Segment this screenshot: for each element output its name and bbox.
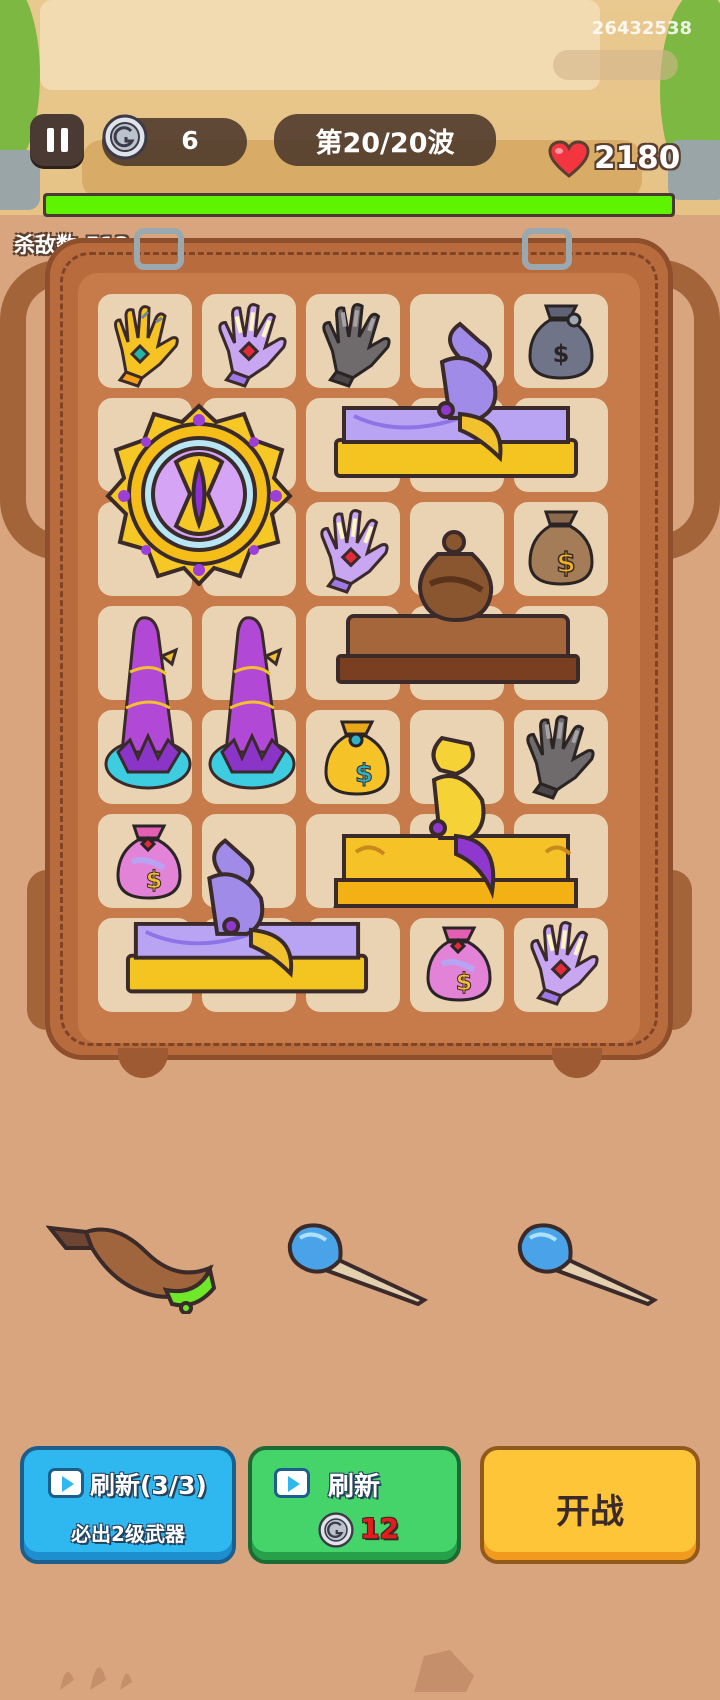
crystal-staff-weapon-icon[interactable] <box>286 1218 430 1307</box>
purple-dragon-bed-icon[interactable] <box>122 832 372 1004</box>
paid-refresh-label: 刷新 <box>328 1472 381 1502</box>
strap-clip-left <box>134 228 184 270</box>
start-battle-button[interactable]: 开战 <box>480 1446 700 1564</box>
purple-dragon-bed-icon[interactable] <box>330 318 582 486</box>
pause-button[interactable] <box>30 114 84 166</box>
video-ad-icon <box>274 1468 310 1498</box>
rock-decoration <box>414 1650 474 1692</box>
player-id-text: 26432538 <box>591 18 692 39</box>
paid-refresh-cost: 12 <box>360 1512 399 1545</box>
pink-money-bag-icon[interactable]: $ <box>414 918 504 1008</box>
free-refresh-label: 刷新(3/3) <box>90 1471 207 1500</box>
coin-icon <box>102 114 148 160</box>
purple-horn-icon[interactable] <box>102 612 194 796</box>
free-refresh-button[interactable]: 刷新(3/3) 必出2级武器 <box>20 1446 236 1564</box>
backpack-foot-right <box>552 1048 602 1078</box>
backpack-foot-left <box>118 1048 168 1078</box>
pause-icon <box>46 128 54 152</box>
start-battle-label: 开战 <box>556 1492 624 1532</box>
wave-progress-fill <box>46 196 672 214</box>
rainbow-glove-icon[interactable] <box>518 914 610 1006</box>
crystal-staff-weapon-icon[interactable] <box>516 1218 660 1307</box>
top-blank-pill <box>553 50 678 80</box>
free-refresh-subtitle: 必出2级武器 <box>71 1522 185 1546</box>
heart-icon <box>548 140 590 178</box>
hp-value: 2180 <box>594 140 681 176</box>
curved-blade-weapon-icon[interactable] <box>45 1218 218 1315</box>
wave-indicator: 第20/20波 <box>274 114 496 166</box>
purple-horn-icon[interactable] <box>206 612 298 796</box>
gold-glove-icon[interactable] <box>102 298 192 388</box>
coin-value: 6 <box>181 126 199 155</box>
golden-shield-icon[interactable] <box>104 400 294 586</box>
rainbow-glove-icon[interactable] <box>206 296 298 388</box>
coin-icon <box>318 1512 354 1548</box>
strap-clip-right <box>522 228 572 270</box>
svg-text:$: $ <box>456 968 473 996</box>
video-ad-icon <box>48 1468 84 1498</box>
paid-refresh-button[interactable]: 刷新 12 <box>248 1446 461 1564</box>
wooden-table-gourd-icon[interactable] <box>334 520 582 690</box>
footprint-decoration <box>60 1667 132 1690</box>
